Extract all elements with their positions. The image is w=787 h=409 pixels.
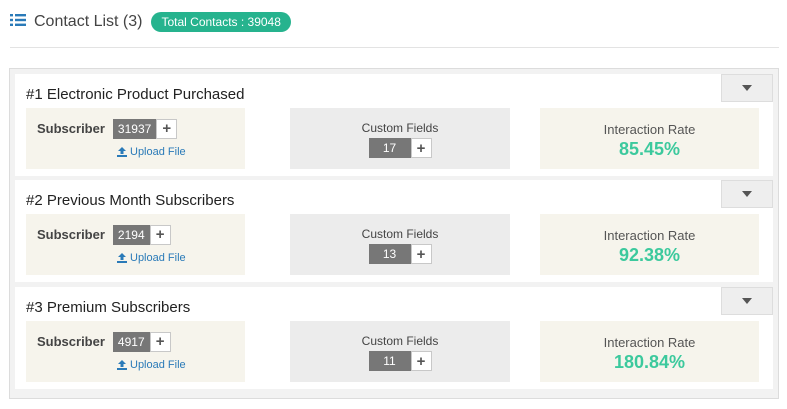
caret-down-icon xyxy=(742,85,752,91)
add-custom-field-button[interactable]: + xyxy=(410,351,432,371)
expand-toggle-button[interactable] xyxy=(721,180,773,208)
custom-fields-panel: Custom Fields 11 + xyxy=(290,321,510,382)
subscriber-panel: Subscriber 2194 + Upload File xyxy=(26,214,245,275)
interaction-rate-value: 180.84% xyxy=(613,352,686,372)
custom-fields-count: 17 xyxy=(368,138,411,158)
upload-icon xyxy=(117,147,127,157)
upload-icon xyxy=(117,253,127,263)
custom-fields-panel: Custom Fields 17 + xyxy=(290,108,510,169)
contact-list-item: #1 Electronic Product Purchased Subscrib… xyxy=(15,74,773,176)
contact-list-title: #3 Premium Subscribers xyxy=(26,299,191,316)
expand-toggle-button[interactable] xyxy=(721,287,773,315)
custom-fields-count: 11 xyxy=(368,351,411,371)
interaction-rate-value: 85.45% xyxy=(618,139,681,159)
caret-down-icon xyxy=(742,298,752,304)
header-divider xyxy=(10,47,779,48)
interaction-rate-panel: Interaction Rate 85.45% xyxy=(540,108,759,169)
page-title: Contact List (3) xyxy=(34,13,143,30)
contact-list-item: #2 Previous Month Subscribers Subscriber… xyxy=(15,180,773,282)
interaction-rate-label: Interaction Rate xyxy=(603,335,696,350)
upload-file-label: Upload File xyxy=(130,252,186,264)
add-subscriber-button[interactable]: + xyxy=(156,118,178,139)
list-icon xyxy=(10,14,26,26)
add-custom-field-button[interactable]: + xyxy=(410,138,432,158)
subscriber-label: Subscriber xyxy=(37,121,105,136)
upload-file-link[interactable]: Upload File xyxy=(117,146,186,158)
upload-file-label: Upload File xyxy=(130,359,186,371)
total-contacts-badge: Total Contacts : 39048 xyxy=(151,12,291,32)
interaction-rate-panel: Interaction Rate 180.84% xyxy=(540,321,759,382)
upload-file-link[interactable]: Upload File xyxy=(117,359,186,371)
contact-list-container: #1 Electronic Product Purchased Subscrib… xyxy=(9,68,779,399)
expand-toggle-button[interactable] xyxy=(721,74,773,102)
upload-file-label: Upload File xyxy=(130,146,186,158)
custom-fields-count: 13 xyxy=(368,244,411,264)
subscriber-count: 4917 xyxy=(112,331,150,352)
add-subscriber-button[interactable]: + xyxy=(149,224,171,245)
custom-fields-label: Custom Fields xyxy=(361,227,439,241)
caret-down-icon xyxy=(742,191,752,197)
subscriber-panel: Subscriber 31937 + Upload File xyxy=(26,108,245,169)
upload-icon xyxy=(117,360,127,370)
add-subscriber-button[interactable]: + xyxy=(149,331,171,352)
upload-file-link[interactable]: Upload File xyxy=(117,252,186,264)
interaction-rate-label: Interaction Rate xyxy=(603,122,696,137)
interaction-rate-panel: Interaction Rate 92.38% xyxy=(540,214,759,275)
page-header: Contact List (3) Total Contacts : 39048 xyxy=(10,10,291,34)
subscriber-count: 2194 xyxy=(112,224,150,245)
subscriber-label: Subscriber xyxy=(37,334,105,349)
custom-fields-label: Custom Fields xyxy=(361,121,439,135)
custom-fields-label: Custom Fields xyxy=(361,334,439,348)
interaction-rate-value: 92.38% xyxy=(618,245,681,265)
contact-list-title: #2 Previous Month Subscribers xyxy=(26,192,235,209)
subscriber-panel: Subscriber 4917 + Upload File xyxy=(26,321,245,382)
custom-fields-panel: Custom Fields 13 + xyxy=(290,214,510,275)
subscriber-label: Subscriber xyxy=(37,227,105,242)
contact-list-item: #3 Premium Subscribers Subscriber 4917 +… xyxy=(15,287,773,389)
subscriber-count: 31937 xyxy=(112,118,157,139)
contact-list-title: #1 Electronic Product Purchased xyxy=(26,86,245,103)
interaction-rate-label: Interaction Rate xyxy=(603,228,696,243)
add-custom-field-button[interactable]: + xyxy=(410,244,432,264)
